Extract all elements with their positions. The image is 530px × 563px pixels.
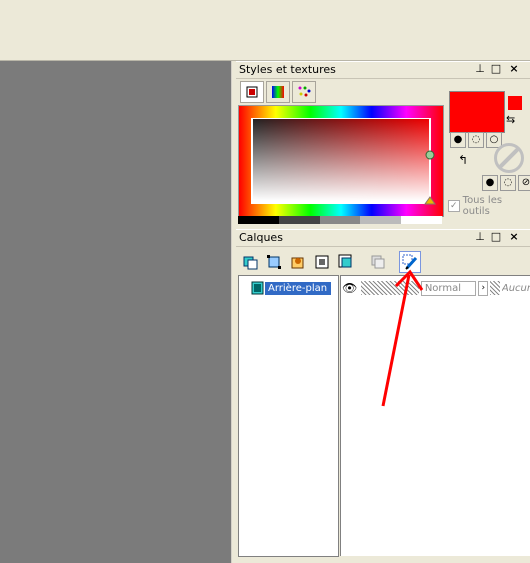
maximize-icon[interactable]: □ [490,231,502,243]
saturation-value-area [251,118,431,204]
swap-styles-icon[interactable]: ↰ [458,153,468,167]
foreground-color-swatch[interactable] [449,91,505,133]
close-icon[interactable]: × [508,63,520,75]
grayscale-strip[interactable] [238,216,442,224]
layer-row[interactable]: Arrière-plan [251,280,335,296]
vector-layer-icon [267,255,281,269]
app-toolbar-area [0,0,530,61]
hue-marker-icon[interactable] [425,150,437,160]
saturation-value-box[interactable] [253,119,429,201]
adjustment-layer-icon [291,257,304,269]
group-layer-icon [338,254,352,268]
bg-style-buttons: ● ◌ ⊘ [482,175,530,191]
new-adjustment-layer-button[interactable] [287,251,309,273]
gradient-style-icon[interactable]: ◌ [468,132,484,148]
layer-name[interactable]: Arrière-plan [265,281,331,295]
lock-value: Aucun [501,282,530,294]
no-style-icon[interactable] [494,143,524,173]
solid-style-icon[interactable]: ● [450,132,466,148]
bg-none-style-icon[interactable]: ⊘ [518,175,530,191]
blend-mode-select[interactable]: Normal [420,280,477,296]
swap-colors-icon[interactable]: ⇆ [506,113,515,126]
raster-layer-icon [251,281,264,295]
background-color-swatch[interactable] [508,96,522,110]
lock-transparency-icon[interactable] [490,281,500,295]
all-tools-label: Tous les outils [462,195,503,217]
new-layer-button[interactable] [240,251,262,273]
eye-icon[interactable]: 👁 [341,281,359,295]
styles-panel-title: Styles et textures [239,63,336,76]
duplicate-layer-button[interactable] [367,251,389,273]
pin-icon[interactable]: ⊥ [474,63,486,75]
maximize-icon[interactable]: □ [490,63,502,75]
gradient-tab[interactable] [266,81,290,103]
layer-properties-button[interactable] [399,251,421,273]
bg-gradient-style-icon[interactable]: ◌ [500,175,516,191]
layers-panel: Calques ⊥ □ × Arrière-plan 👁 Normal › Au… [236,229,530,563]
duplicate-layer-icon [371,255,385,269]
all-tools-option[interactable]: ✓ Tous les outils [448,195,530,217]
opacity-slider[interactable] [360,281,419,295]
canvas-workspace[interactable] [0,61,231,563]
layers-panel-title: Calques [239,231,283,244]
pattern-icon [298,86,311,97]
close-icon[interactable]: × [508,231,520,243]
layer-properties-icon [402,254,418,270]
palette-icon [246,86,258,98]
styles-panel-titlebar: Styles et textures ⊥ □ × [236,61,530,79]
layers-list: Arrière-plan [238,275,339,557]
layer-props-row: 👁 Normal › Aucun [341,280,530,296]
new-layer-icon [243,256,258,270]
value-marker-icon[interactable] [424,196,436,206]
pattern-tab[interactable] [292,81,316,103]
blend-dropdown-icon[interactable]: › [478,280,489,296]
new-vector-layer-button[interactable] [263,251,285,273]
color-picker[interactable] [238,105,444,217]
layer-properties-list: 👁 Normal › Aucun [340,275,530,556]
mask-button[interactable] [311,251,333,273]
pin-icon[interactable]: ⊥ [474,231,486,243]
layers-panel-titlebar: Calques ⊥ □ × [236,229,530,247]
checkbox-icon[interactable]: ✓ [448,200,460,212]
gradient-icon [272,86,284,98]
bg-solid-style-icon[interactable]: ● [482,175,498,191]
group-layer-button[interactable] [335,251,357,273]
color-picker-tab[interactable] [240,81,264,103]
styles-panel: Styles et textures ⊥ □ × ⇆ ● ◌ ○ ↰ ● ◌ ⊘… [236,61,530,227]
mask-icon [315,255,329,269]
fg-style-buttons: ● ◌ ○ [450,132,502,148]
